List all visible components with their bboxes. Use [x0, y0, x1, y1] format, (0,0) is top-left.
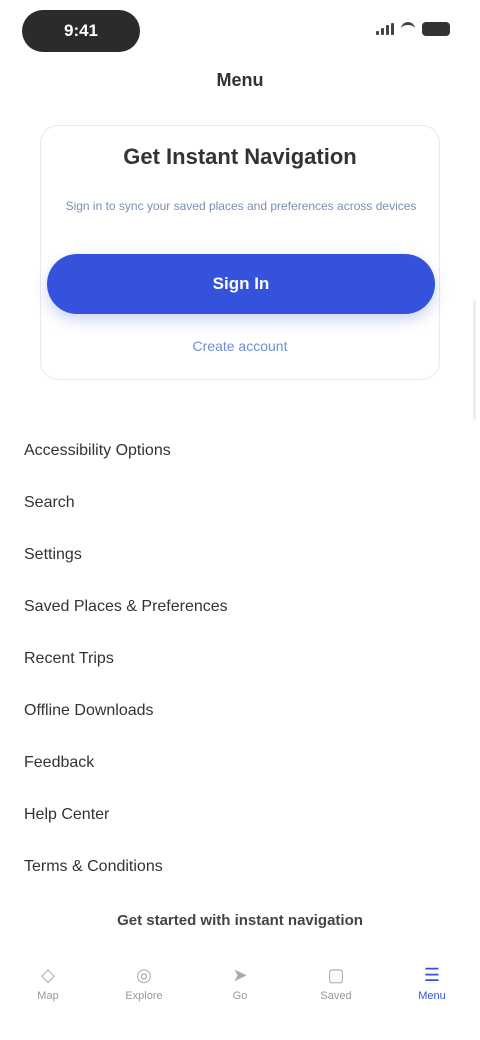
- menu-item-offline-downloads[interactable]: Offline Downloads: [0, 685, 480, 737]
- menu-item-feedback[interactable]: Feedback: [0, 737, 480, 789]
- tab-explore[interactable]: ◎ Explore: [109, 964, 179, 1003]
- battery-icon: [422, 22, 450, 36]
- menu-item-help-center[interactable]: Help Center: [0, 789, 480, 841]
- tab-map[interactable]: ◇ Map: [13, 964, 83, 1003]
- tab-label: Saved: [320, 990, 352, 1002]
- tab-label: Map: [37, 990, 59, 1002]
- menu-item-search[interactable]: Search: [0, 477, 480, 529]
- menu-item-saved-places[interactable]: Saved Places & Preferences: [0, 581, 480, 633]
- menu-icon: ☰: [423, 964, 441, 985]
- card-subtitle: Sign in to sync your saved places and pr…: [65, 199, 417, 213]
- tab-label: Explore: [125, 990, 163, 1002]
- card-heading: Get Instant Navigation: [123, 144, 357, 169]
- footer-caption: Get started with instant navigation: [117, 912, 363, 929]
- signal-icon: [376, 23, 394, 35]
- map-icon: ◇: [41, 964, 55, 985]
- tab-saved[interactable]: ▢ Saved: [301, 964, 371, 1003]
- menu-item-settings[interactable]: Settings: [0, 529, 480, 581]
- tab-label: Go: [232, 990, 248, 1002]
- menu-item-recent-trips[interactable]: Recent Trips: [0, 633, 480, 685]
- menu-item-accessibility[interactable]: Accessibility Options: [0, 425, 480, 477]
- explore-icon: ◎: [136, 964, 152, 985]
- status-icons: [376, 22, 450, 36]
- status-time: 9:41: [22, 10, 140, 52]
- tab-label: Menu: [418, 990, 446, 1002]
- navigate-icon: ➤: [232, 964, 248, 985]
- menu-list: Accessibility Options Search Settings Sa…: [0, 425, 480, 893]
- signin-card: Get Instant Navigation Sign in to sync y…: [40, 125, 440, 380]
- bookmark-icon: ▢: [327, 964, 345, 985]
- create-account-link[interactable]: Create account: [41, 338, 439, 354]
- tab-bar: ◇ Map ◎ Explore ➤ Go ▢ Saved ☰ Menu: [0, 938, 480, 1040]
- wifi-icon: [401, 22, 415, 36]
- scrollbar[interactable]: [473, 300, 476, 420]
- page-title: Menu: [216, 70, 264, 90]
- sign-in-button[interactable]: Sign In: [47, 254, 435, 314]
- menu-item-terms[interactable]: Terms & Conditions: [0, 841, 480, 893]
- tab-menu[interactable]: ☰ Menu: [397, 964, 467, 1003]
- status-bar: 9:41: [0, 0, 480, 62]
- tab-go[interactable]: ➤ Go: [205, 964, 275, 1003]
